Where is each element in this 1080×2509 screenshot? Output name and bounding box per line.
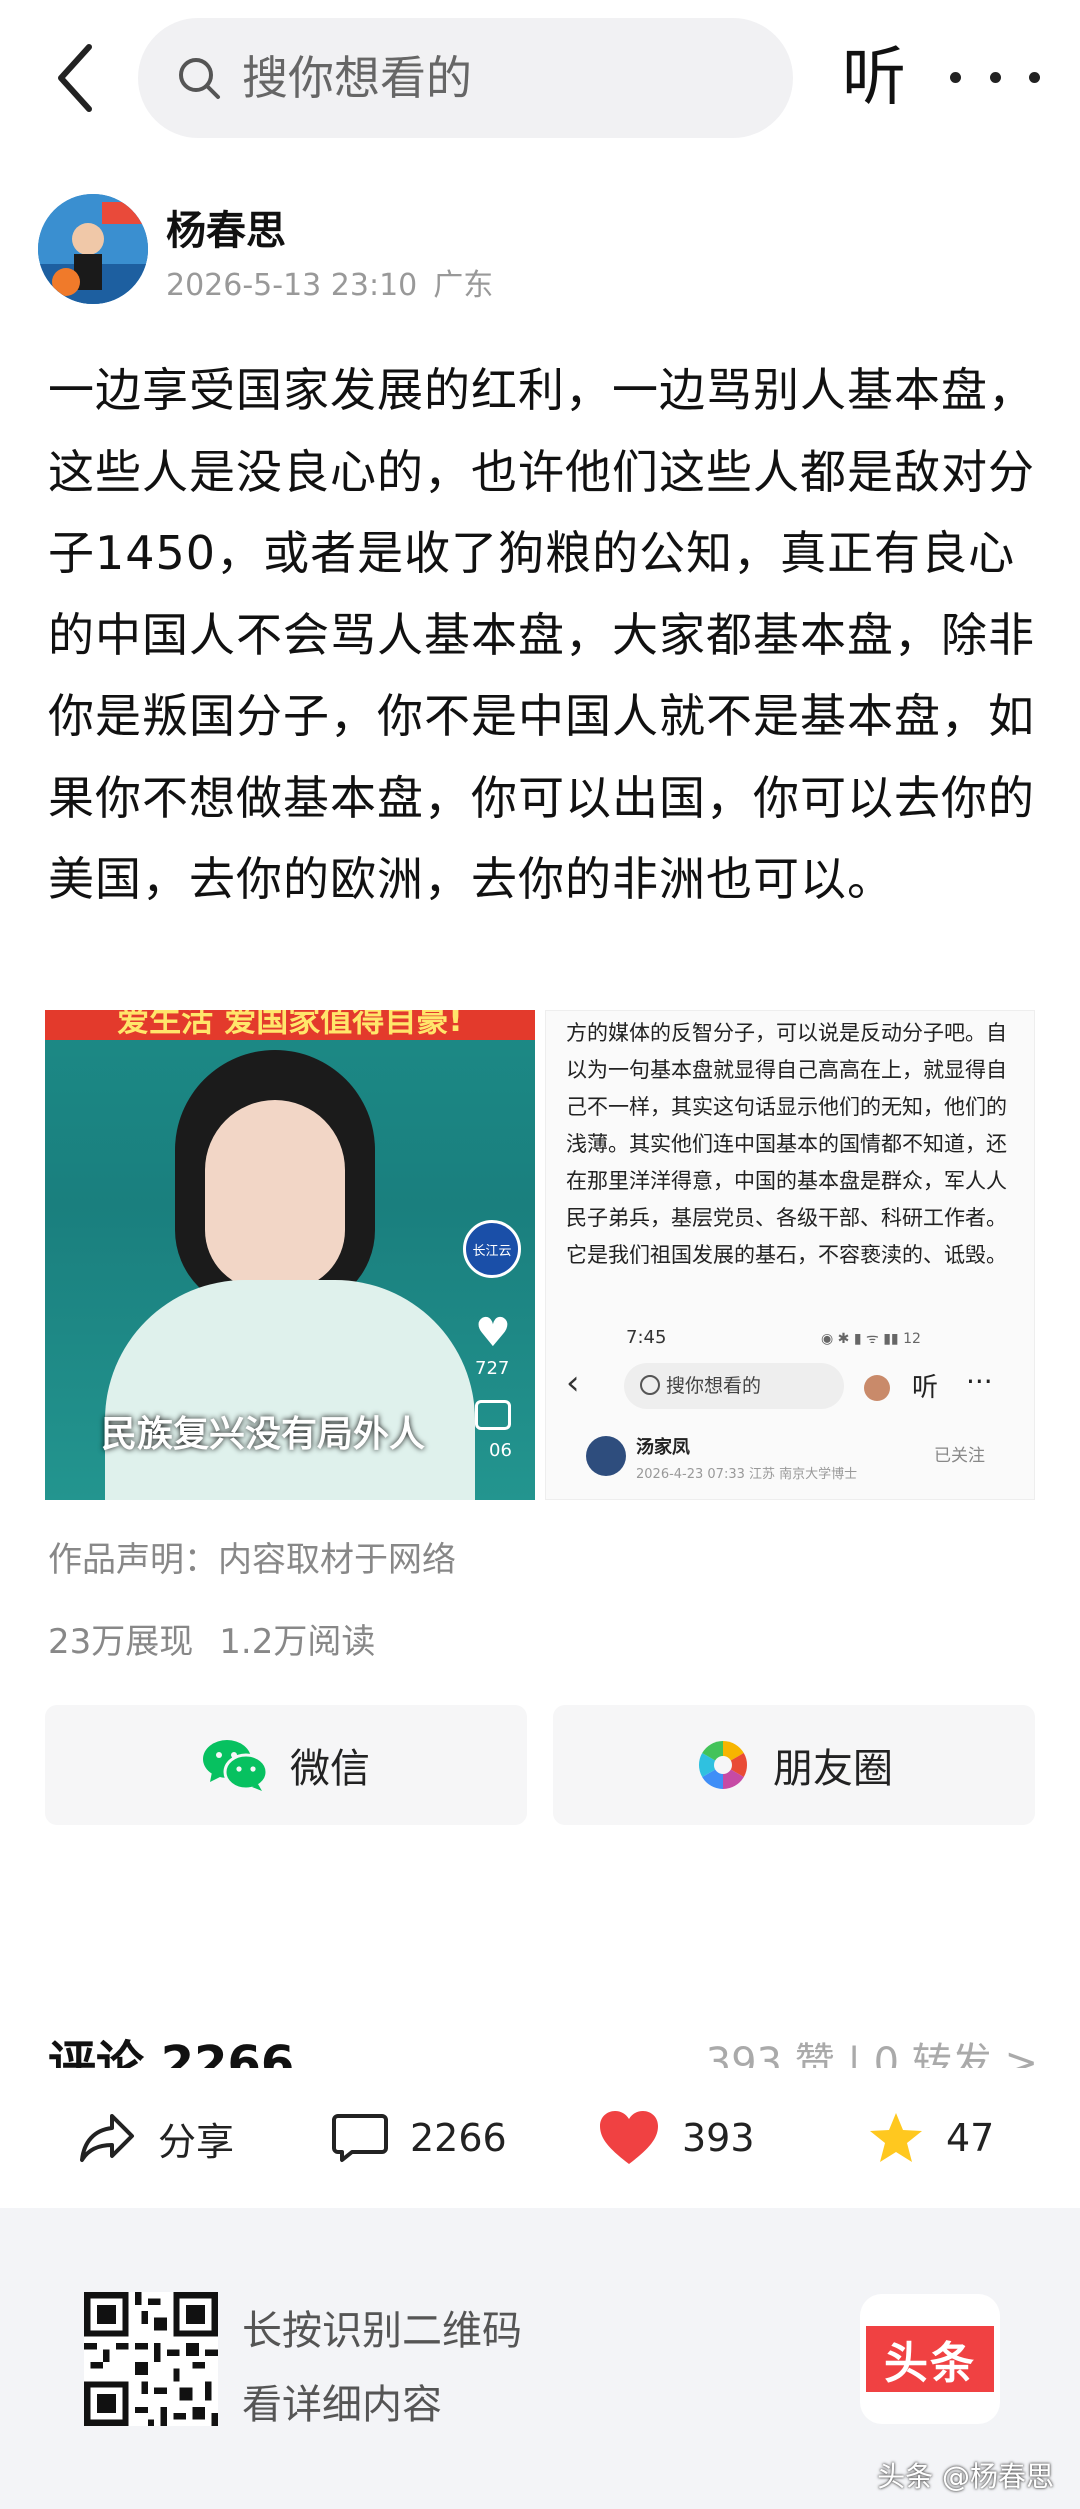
chevron-left-icon <box>58 44 92 112</box>
screenshot-thumbnail[interactable]: 方的媒体的反智分子，可以说是反动分子吧。自以为一句基本盘就显得自己高高在上，就显… <box>545 1010 1035 1500</box>
screenshot-status-time: 7:45 <box>626 1327 667 1348</box>
share-row: 微信 朋友圈 <box>45 1705 1035 1825</box>
image-gallery: 爱生活 爱国家值得自豪! 长江云 ♥ 727 06 民族复兴没有局外人 方的媒体… <box>45 1010 1035 1500</box>
listen-button[interactable]: 听 <box>842 36 906 120</box>
like-count: 393 <box>682 2116 755 2160</box>
share-wechat-button[interactable]: 微信 <box>45 1705 527 1825</box>
view-stats: 23万展现 1.2万阅读 <box>48 1614 401 1663</box>
thumbnail-like-count: 727 <box>475 1358 510 1379</box>
comment-icon <box>332 2114 388 2162</box>
screenshot-listen: 听 <box>912 1373 939 1403</box>
comments-title: 评论 2266 <box>48 2036 295 2068</box>
screenshot-author-meta: 2026-4-23 07:33 江苏 南京大学博士 <box>636 1467 858 1482</box>
share-action[interactable]: 分享 <box>78 2108 234 2168</box>
comments-summary[interactable]: 393 赞 | 0 转发 > <box>706 2030 1038 2068</box>
favorite-action[interactable]: 47 <box>868 2108 994 2168</box>
qr-hint-line2: 看详细内容 <box>242 2382 442 2428</box>
qr-code[interactable] <box>84 2292 218 2426</box>
screenshot-author-avatar <box>586 1436 626 1476</box>
screenshot-avatar <box>864 1375 890 1401</box>
qr-code-icon <box>84 2292 218 2426</box>
comment-count: 2266 <box>410 2116 507 2160</box>
moments-icon <box>698 1741 748 1789</box>
footer-panel: 长按识别二维码 看详细内容 头条 头条 @杨春思 <box>0 2208 1080 2509</box>
article-body: 一边享受国家发展的红利，一边骂别人基本盘，这些人是没良心的，也许他们这些人都是敌… <box>48 363 1035 906</box>
watermark: 头条 @杨春思 <box>877 2460 1054 2493</box>
more-options-icon[interactable] <box>950 52 1040 102</box>
comment-icon <box>475 1400 511 1430</box>
share-action-label: 分享 <box>158 2119 235 2164</box>
share-moments-button[interactable]: 朋友圈 <box>553 1705 1035 1825</box>
search-input[interactable] <box>242 51 762 105</box>
screenshot-more-icon: ··· <box>966 1365 993 1398</box>
share-moments-label: 朋友圈 <box>773 1746 893 1792</box>
screenshot-follow-status: 已关注 <box>934 1446 985 1466</box>
anchor-face <box>205 1100 345 1290</box>
heart-icon: ♥ <box>475 1310 511 1356</box>
brand-label: 头条 <box>866 2326 994 2392</box>
thumbnail-banner: 爱生活 爱国家值得自豪! <box>45 1010 535 1040</box>
comments-header: 评论 2266 393 赞 | 0 转发 > <box>48 2000 1038 2068</box>
screenshot-back-icon: ‹ <box>566 1363 580 1403</box>
search-bar[interactable] <box>138 18 793 138</box>
screenshot-paragraph: 方的媒体的反智分子，可以说是反动分子吧。自以为一句基本盘就显得自己高高在上，就显… <box>566 1021 1007 1267</box>
anchor-body <box>105 1280 475 1500</box>
avatar-picture-icon <box>38 194 148 304</box>
toutiao-logo: 头条 <box>860 2294 1000 2424</box>
screenshot-author-name: 汤家凤 <box>636 1437 690 1458</box>
qr-hint-line1: 长按识别二维码 <box>242 2308 522 2354</box>
post-location: 广东 <box>433 268 494 303</box>
thumbnail-caption: 民族复兴没有局外人 <box>101 1414 426 1455</box>
post-date: 2026-5-13 23:10 <box>166 268 418 303</box>
author-header: 杨春思 2026-5-13 23:10 广东 <box>38 188 1038 308</box>
thumbnail-comment-count: 06 <box>489 1440 512 1461</box>
screenshot-search-icon <box>640 1375 660 1395</box>
heart-icon <box>600 2111 658 2164</box>
reads-count: 1.2万阅读 <box>219 1622 376 1662</box>
star-icon <box>870 2113 922 2162</box>
content-statement: 作品声明：内容取材于网络 <box>48 1540 456 1580</box>
wechat-icon <box>203 1740 268 1791</box>
channel-logo: 长江云 <box>463 1220 521 1278</box>
post-meta: 2026-5-13 23:10 广东 <box>166 260 509 304</box>
search-icon <box>179 58 220 99</box>
avatar[interactable] <box>38 194 148 304</box>
back-button[interactable] <box>40 38 110 118</box>
share-wechat-label: 微信 <box>290 1746 370 1792</box>
share-arrow-icon <box>80 2114 134 2162</box>
like-action[interactable]: 393 <box>598 2108 755 2168</box>
screenshot-status-icons: ◉ ✱ ▮ ᯤ ▮▮ 12 <box>821 1331 921 1347</box>
comment-action[interactable]: 2266 <box>332 2108 507 2168</box>
top-bar: 听 <box>0 0 1080 160</box>
favorite-count: 47 <box>946 2116 995 2160</box>
author-name[interactable]: 杨春思 <box>166 198 286 256</box>
bottom-action-bar: 分享 2266 393 47 <box>0 2068 1080 2208</box>
views-count: 23万展现 <box>48 1622 194 1662</box>
news-video-thumbnail[interactable]: 爱生活 爱国家值得自豪! 长江云 ♥ 727 06 民族复兴没有局外人 <box>45 1010 535 1500</box>
